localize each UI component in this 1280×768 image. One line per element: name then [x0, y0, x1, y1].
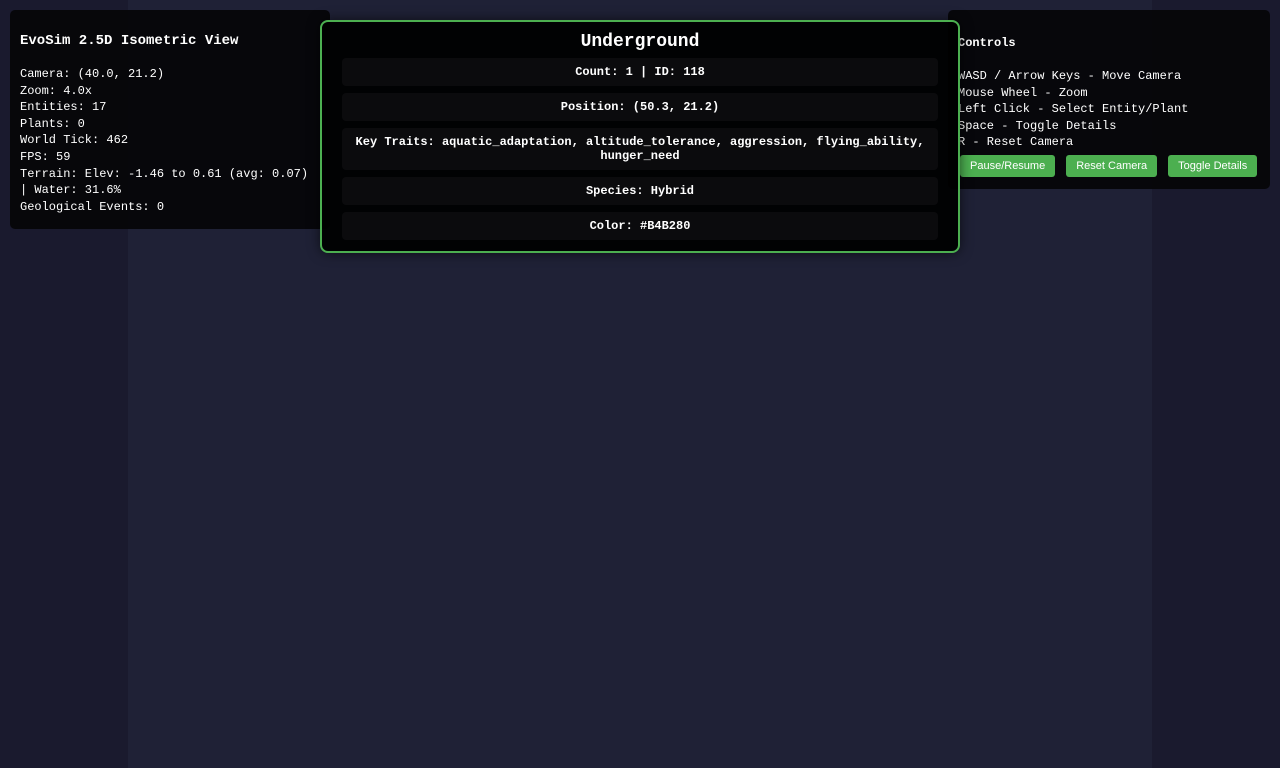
control-hint-move: WASD / Arrow Keys - Move Camera — [958, 69, 1182, 83]
pause-resume-button[interactable]: Pause/Resume — [960, 155, 1056, 177]
entity-count-id: Count: 1 | ID: 118 — [342, 58, 938, 86]
control-hint-select: Left Click - Select Entity/Plant — [958, 102, 1189, 117]
control-buttons: Pause/Resume Reset Camera Toggle Details — [960, 155, 1258, 177]
entities-count: Entities: 17 — [20, 100, 107, 115]
reset-camera-button[interactable]: Reset Camera — [1066, 155, 1158, 177]
geological-events: Geological Events: 0 — [20, 199, 165, 214]
world-tick: World Tick: 462 — [20, 133, 129, 148]
info-panel: EvoSim 2.5D Isometric View Camera: (40.0… — [10, 10, 330, 229]
entity-details-panel: Underground Count: 1 | ID: 118 Position:… — [320, 20, 960, 253]
entity-color: Color: #B4B280 — [342, 212, 938, 240]
plants-count: Plants: 0 — [20, 116, 85, 131]
entity-species: Species: Hybrid — [342, 177, 938, 205]
toggle-details-button[interactable]: Toggle Details — [1168, 155, 1258, 177]
camera-readout: Camera: (40.0, 21.2) — [20, 67, 165, 81]
info-title: EvoSim 2.5D Isometric View — [20, 33, 239, 49]
control-hint-toggle: Space - Toggle Details — [958, 118, 1117, 133]
zoom-readout: Zoom: 4.0x — [20, 83, 93, 98]
entity-traits: Key Traits: aquatic_adaptation, altitude… — [342, 128, 938, 170]
controls-panel: Controls WASD / Arrow Keys - Move Camera… — [948, 10, 1270, 189]
controls-title: Controls — [958, 36, 1016, 50]
entity-title: Underground — [580, 32, 700, 52]
control-hint-reset: R - Reset Camera — [958, 135, 1074, 150]
terrain-readout: Terrain: Elev: -1.46 to 0.61 (avg: 0.07)… — [20, 166, 316, 198]
entity-position: Position: (50.3, 21.2) — [342, 93, 938, 121]
fps-readout: FPS: 59 — [20, 149, 71, 164]
control-hint-zoom: Mouse Wheel - Zoom — [958, 85, 1088, 100]
